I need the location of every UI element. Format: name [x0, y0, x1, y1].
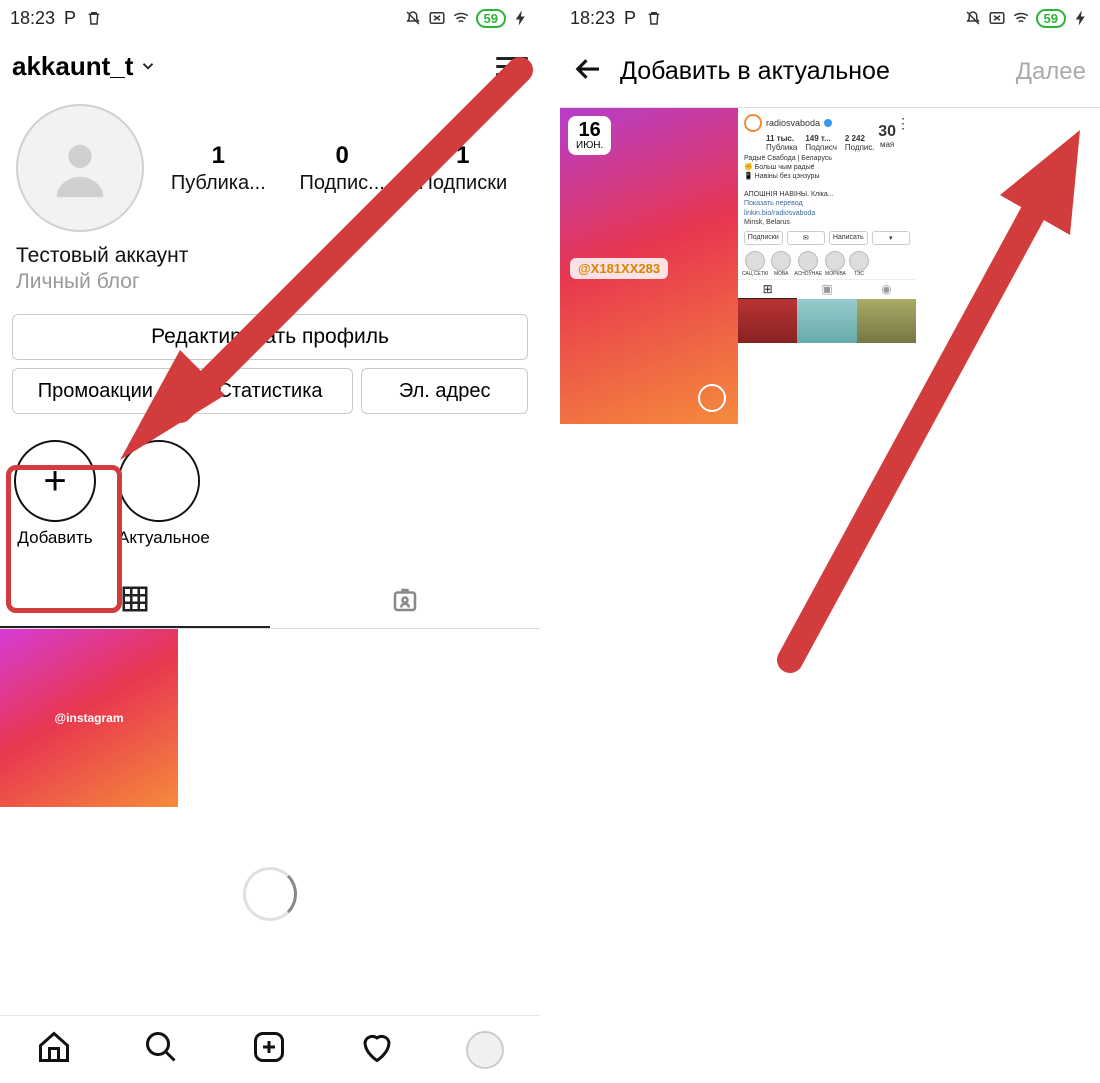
- loading-spinner: [243, 867, 297, 921]
- page-title: Добавить в актуальное: [620, 57, 1000, 86]
- stats-button[interactable]: Статистика: [187, 368, 354, 414]
- nav-add[interactable]: [251, 1029, 287, 1070]
- post-thumbnail[interactable]: @instagram: [0, 629, 178, 807]
- mini-avatar-ring: [744, 114, 762, 132]
- battery-indicator: 59: [476, 9, 506, 28]
- story-mention-tag: @X181XX283: [570, 258, 668, 279]
- wifi-icon: [1012, 9, 1030, 27]
- next-button[interactable]: Далее: [1016, 58, 1086, 86]
- mute-icon: [404, 9, 422, 27]
- bio-name: Тестовый аккаунт: [16, 244, 524, 268]
- menu-button[interactable]: [496, 52, 528, 81]
- arrow-left-icon: [574, 54, 604, 84]
- p-indicator-icon: P: [61, 9, 79, 27]
- box-x-icon: [988, 9, 1006, 27]
- story-date: 16 июн.: [568, 116, 611, 155]
- status-time: 18:23: [10, 8, 55, 29]
- bio-category: Личный блог: [16, 270, 524, 294]
- charging-icon: [1072, 9, 1090, 27]
- trash-icon: [645, 9, 663, 27]
- phone-screen-highlight-picker: 18:23 P 59 Добавить в актуальное Далее 1…: [560, 0, 1100, 1083]
- box-x-icon: [428, 9, 446, 27]
- wifi-icon: [452, 9, 470, 27]
- story-date: 30мая: [872, 122, 902, 151]
- highlight-preview: [120, 440, 198, 522]
- back-button[interactable]: [574, 54, 604, 89]
- p-indicator-icon: P: [621, 9, 639, 27]
- charging-icon: [512, 9, 530, 27]
- story-thumbnail[interactable]: radiosvaboda ⋮ 30мая 11 тыс.Публика 149 …: [738, 108, 916, 424]
- story-thumbnail[interactable]: 16 июн. @X181XX283: [560, 108, 738, 424]
- status-time: 18:23: [570, 8, 615, 29]
- status-bar: 18:23 P 59: [560, 0, 1100, 36]
- story-preview-profile: radiosvaboda ⋮ 30мая 11 тыс.Публика 149 …: [738, 108, 916, 424]
- nav-search[interactable]: [143, 1029, 179, 1070]
- grid-icon: [120, 584, 150, 614]
- promo-button[interactable]: Промоакции: [12, 368, 179, 414]
- home-icon: [36, 1029, 72, 1065]
- annotation-highlight: [6, 465, 122, 613]
- phone-screen-profile: 18:23 P 59 akkaunt_t 1Публика... 0Подпис…: [0, 0, 540, 1083]
- nav-activity[interactable]: [359, 1029, 395, 1070]
- email-button[interactable]: Эл. адрес: [361, 368, 528, 414]
- add-post-icon: [251, 1029, 287, 1065]
- profile-header: akkaunt_t: [0, 36, 540, 96]
- stat-followers[interactable]: 0Подпис...: [299, 142, 384, 195]
- heart-icon: [359, 1029, 395, 1065]
- highlight-item[interactable]: Актуальное: [118, 440, 210, 548]
- bottom-nav: [0, 1015, 540, 1083]
- profile-avatar[interactable]: [16, 104, 144, 232]
- selection-circle: [698, 384, 726, 412]
- tab-tagged[interactable]: [270, 572, 540, 628]
- trash-icon: [85, 9, 103, 27]
- nav-home[interactable]: [36, 1029, 72, 1070]
- stat-posts[interactable]: 1Публика...: [171, 142, 266, 195]
- edit-profile-button[interactable]: Редактировать профиль: [12, 314, 528, 360]
- username-switcher[interactable]: akkaunt_t: [12, 51, 157, 82]
- chevron-down-icon: [139, 57, 157, 75]
- tagged-icon: [390, 585, 420, 615]
- battery-indicator: 59: [1036, 9, 1066, 28]
- status-bar: 18:23 P 59: [0, 0, 540, 36]
- nav-profile[interactable]: [466, 1031, 504, 1069]
- mute-icon: [964, 9, 982, 27]
- search-icon: [143, 1029, 179, 1065]
- stat-following[interactable]: 1Подписки: [418, 142, 507, 195]
- person-icon: [45, 133, 115, 203]
- verified-badge-icon: [824, 119, 832, 127]
